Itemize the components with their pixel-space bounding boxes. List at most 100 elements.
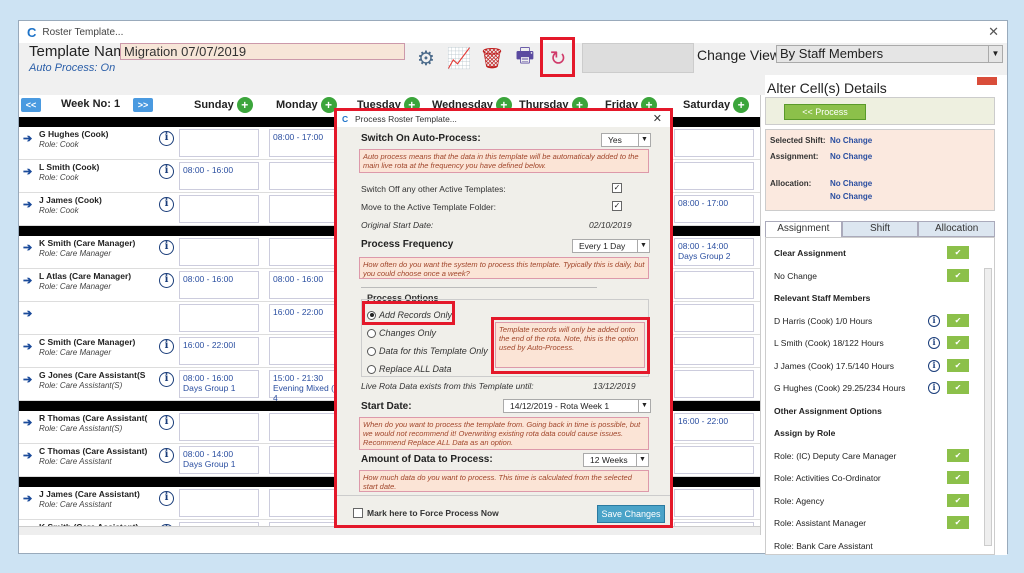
roster-cell[interactable] (674, 489, 754, 517)
save-changes-button[interactable]: Save Changes (597, 505, 665, 523)
delete-trash-icon[interactable]: 🗑 (477, 43, 507, 73)
select-check-icon[interactable]: ✔ (947, 246, 969, 259)
roster-cell[interactable] (674, 304, 754, 332)
roster-cell[interactable] (179, 195, 259, 223)
select-check-icon[interactable]: ✔ (947, 493, 969, 507)
roster-cell[interactable] (674, 446, 754, 474)
add-shift-icon[interactable]: + (733, 97, 750, 113)
chevron-down-icon[interactable]: ▼ (988, 46, 1002, 62)
staff-name: L Atlas (Care Manager) (39, 271, 132, 281)
vertical-scrollbar[interactable] (984, 268, 992, 546)
staff-info-icon[interactable]: i (159, 273, 174, 288)
row-arrow-icon[interactable]: ➔ (23, 340, 32, 353)
roster-cell[interactable] (179, 304, 259, 332)
staff-name: J James (Cook) (39, 195, 102, 205)
select-check-icon[interactable]: ✔ (947, 471, 969, 484)
tab-shift[interactable]: Shift (841, 221, 919, 237)
change-view-select[interactable]: By Staff Members ▼ (776, 45, 1003, 63)
staff-info-icon[interactable]: i (159, 240, 174, 255)
add-shift-icon[interactable]: + (236, 97, 253, 113)
settings-gear-icon[interactable]: ⚙ (411, 43, 441, 73)
roster-cell[interactable]: 16:00 - 22:00 (674, 413, 754, 441)
roster-cell[interactable]: 08:00 - 16:00 (179, 162, 259, 190)
select-check-icon[interactable]: ✔ (947, 336, 969, 349)
option-template-only[interactable]: Data for this Template Only (367, 346, 488, 356)
roster-cell[interactable]: 08:00 - 14:00 Days Group 1 (179, 446, 259, 474)
staff-info-icon[interactable]: i (159, 415, 174, 430)
switch-autoprocess-select[interactable]: Yes ▼ (601, 133, 651, 147)
select-check-icon[interactable]: ✔ (947, 448, 969, 462)
roster-cell[interactable]: 08:00 - 16:00 (179, 271, 259, 299)
row-arrow-icon[interactable]: ➔ (23, 132, 32, 145)
option-replace-all[interactable]: Replace ALL Data (367, 364, 452, 374)
radio-icon (367, 346, 376, 356)
assignment-item: G Hughes (Cook) 29.25/234 Hours (774, 383, 906, 393)
tab-allocation[interactable]: Allocation (918, 221, 996, 237)
staff-info-icon[interactable]: i (928, 359, 940, 372)
shift-time: 08:00 - 17:00 (678, 198, 729, 208)
staff-info-icon[interactable]: i (928, 337, 940, 349)
staff-info-icon[interactable]: i (928, 314, 940, 327)
live-data-label: Live Rota Data exists from this Template… (361, 381, 534, 391)
staff-info-icon[interactable]: i (159, 339, 174, 354)
roster-cell[interactable] (179, 489, 259, 517)
select-check-icon[interactable]: ✔ (947, 358, 969, 372)
row-arrow-icon[interactable]: ➔ (23, 492, 32, 505)
row-arrow-icon[interactable]: ➔ (23, 165, 32, 178)
prev-week-button[interactable]: << (21, 98, 41, 112)
roster-cell[interactable]: 08:00 - 16:00 Days Group 1 (179, 370, 259, 398)
dialog-close-icon[interactable]: ✕ (653, 111, 662, 127)
amount-note: How much data do you want to process. Th… (359, 470, 649, 492)
tab-assignment[interactable]: Assignment (765, 221, 842, 237)
switch-note: Auto process means that the data in this… (359, 149, 649, 173)
shift-time: 08:00 - 16:00 (273, 274, 324, 284)
roster-cell[interactable] (674, 370, 754, 398)
roster-cell[interactable] (179, 129, 259, 157)
row-arrow-icon[interactable]: ➔ (23, 198, 32, 211)
roster-cell[interactable] (674, 162, 754, 190)
staff-info-icon[interactable]: i (159, 164, 174, 179)
row-arrow-icon[interactable]: ➔ (23, 416, 32, 429)
panel-close-icon[interactable] (977, 77, 997, 85)
roster-cell[interactable] (674, 337, 754, 365)
move-folder-checkbox[interactable]: ✓ (612, 201, 622, 211)
export-chart-icon[interactable]: 📈 (444, 43, 474, 73)
template-name-input[interactable]: Migration 07/07/2019 (120, 43, 405, 60)
staff-info-icon[interactable]: i (159, 372, 174, 387)
roster-cell[interactable]: 08:00 - 14:00 Days Group 2 (674, 238, 754, 266)
staff-name: L Smith (Cook) (39, 162, 100, 172)
row-arrow-icon[interactable]: ➔ (23, 307, 32, 320)
amount-select[interactable]: 12 Weeks ▼ (583, 453, 649, 467)
option-changes-only[interactable]: Changes Only (367, 328, 436, 338)
start-date-select[interactable]: 14/12/2019 - Rota Week 1 ▼ (503, 399, 651, 413)
roster-cell[interactable] (179, 413, 259, 441)
staff-info-icon[interactable]: i (159, 448, 174, 463)
switch-off-checkbox[interactable]: ✓ (612, 183, 622, 193)
select-check-icon[interactable]: ✔ (947, 313, 969, 327)
roster-cell[interactable] (674, 271, 754, 299)
select-check-icon[interactable]: ✔ (947, 516, 969, 529)
print-icon[interactable]: 🖶 (510, 43, 540, 73)
next-week-button[interactable]: >> (133, 98, 153, 112)
staff-info-icon[interactable]: i (928, 382, 940, 394)
process-button[interactable]: << Process (784, 104, 866, 120)
process-dialog-highlight: C Process Roster Template... ✕ Switch On… (334, 108, 673, 528)
force-process-checkbox[interactable] (353, 508, 363, 518)
roster-cell[interactable] (179, 238, 259, 266)
row-arrow-icon[interactable]: ➔ (23, 274, 32, 287)
window-close-icon[interactable]: ✕ (988, 24, 999, 40)
select-check-icon[interactable]: ✔ (947, 381, 969, 394)
frequency-select[interactable]: Every 1 Day ▼ (572, 239, 650, 253)
row-arrow-icon[interactable]: ➔ (23, 373, 32, 386)
roster-cell[interactable]: 16:00 - 22:00I (179, 337, 259, 365)
staff-info-icon[interactable]: i (159, 491, 174, 506)
assignment-item: D Harris (Cook) 1/0 Hours (774, 315, 873, 326)
roster-cell[interactable]: 08:00 - 17:00 (674, 195, 754, 223)
roster-cell[interactable] (674, 129, 754, 157)
staff-info-icon[interactable]: i (159, 197, 174, 212)
row-arrow-icon[interactable]: ➔ (23, 241, 32, 254)
amount-value: 12 Weeks (590, 455, 628, 465)
staff-info-icon[interactable]: i (159, 131, 174, 146)
row-arrow-icon[interactable]: ➔ (23, 449, 32, 462)
select-check-icon[interactable]: ✔ (947, 268, 969, 282)
